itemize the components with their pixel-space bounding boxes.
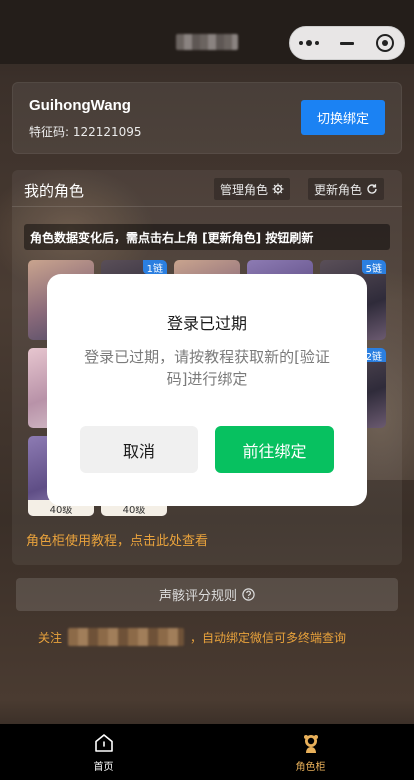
login-expired-dialog: 登录已过期 登录已过期，请按教程获取新的[验证码]进行绑定 取消 前往绑定 [47, 274, 367, 506]
cancel-button[interactable]: 取消 [80, 426, 198, 473]
modal-overlay: 登录已过期 登录已过期，请按教程获取新的[验证码]进行绑定 取消 前往绑定 [0, 0, 414, 780]
go-bind-button[interactable]: 前往绑定 [215, 426, 334, 473]
dialog-title: 登录已过期 [166, 314, 247, 333]
dialog-message: 登录已过期，请按教程获取新的[验证码]进行绑定 [84, 348, 330, 388]
